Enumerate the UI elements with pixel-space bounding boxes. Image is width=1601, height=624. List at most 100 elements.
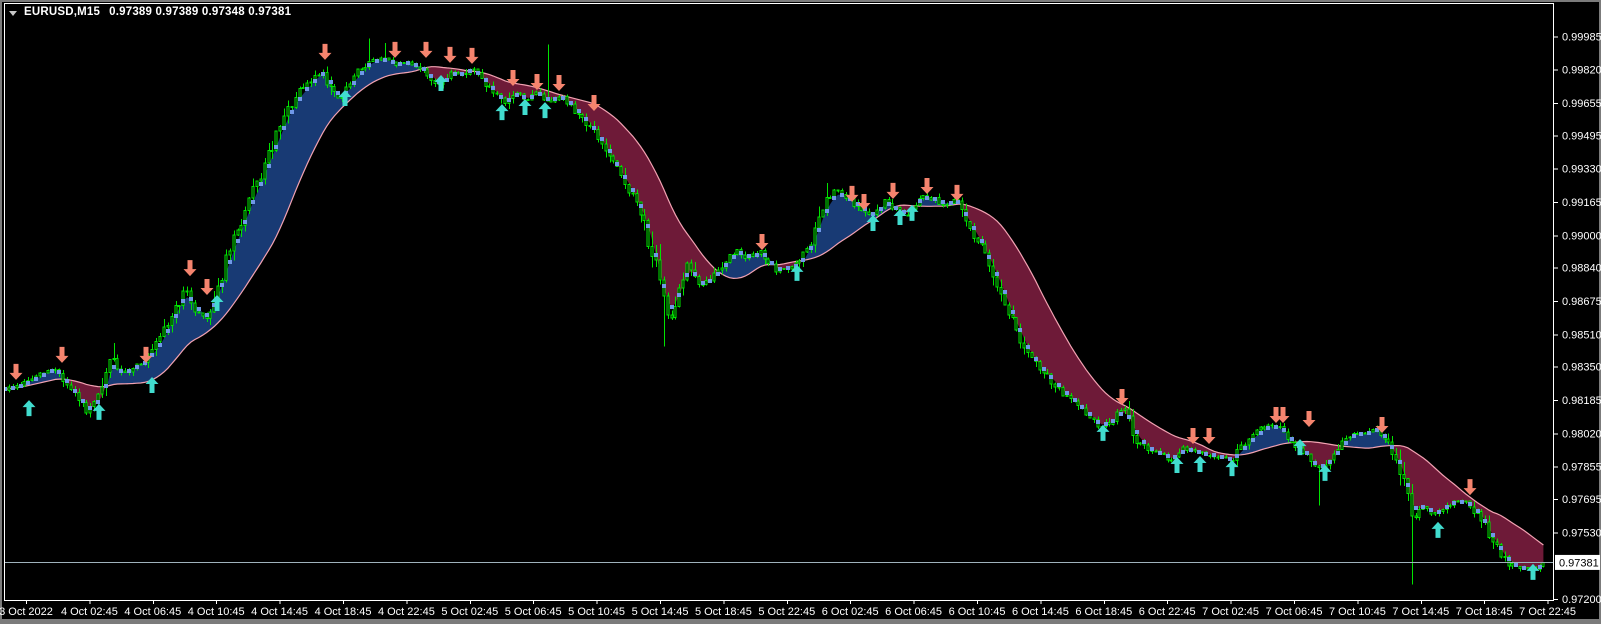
candle-body (47, 370, 49, 373)
ma-dot (825, 209, 829, 213)
candle-body (310, 82, 312, 83)
time-tick-label: 4 Oct 18:45 (315, 606, 372, 618)
candle-body (705, 280, 707, 284)
ma-dot (1522, 566, 1526, 570)
time-tick-label: 4 Oct 10:45 (188, 606, 245, 618)
candle-body (651, 247, 653, 257)
ma-dot (817, 228, 821, 232)
candle-body (671, 315, 673, 318)
candle-body (101, 387, 103, 394)
candle-body (686, 263, 688, 280)
current-price-label: 0.97381 (1559, 557, 1599, 569)
chart-dropdown-icon[interactable] (9, 11, 17, 16)
candle-body (1442, 510, 1444, 512)
ma-dot (391, 60, 395, 64)
candle-body (1492, 538, 1494, 542)
ma-dot (1437, 510, 1441, 514)
candle-body (1426, 507, 1428, 509)
candle-body (1116, 412, 1118, 421)
candle-body (550, 100, 552, 102)
time-tick-label: 7 Oct 02:45 (1202, 606, 1259, 618)
candle-body (39, 373, 41, 376)
ma-dot (786, 266, 790, 270)
ma-dot (1367, 431, 1371, 435)
ma-dot (1406, 483, 1410, 487)
ma-dot (274, 145, 278, 149)
candle-body (744, 255, 746, 258)
candle-body (1186, 447, 1188, 450)
candle-body (698, 277, 700, 285)
ma-dot (1445, 505, 1449, 509)
candle-body (891, 203, 893, 209)
candle-body (822, 210, 824, 217)
ma-dot (1011, 310, 1015, 314)
ma-dot (1491, 533, 1495, 537)
candle-body (326, 73, 328, 85)
ma-dot (1135, 430, 1139, 434)
price-tick-label: 0.98840 (1562, 263, 1601, 275)
candle-body (1504, 557, 1506, 558)
candle-body (473, 69, 475, 70)
candle-body (256, 181, 258, 187)
symbol-period-label: EURUSD,M15 (24, 6, 100, 18)
ma-dot (1266, 426, 1270, 430)
candle-body (302, 87, 304, 88)
ma-dot (770, 261, 774, 265)
candle-body (248, 198, 250, 211)
candle-body (512, 96, 514, 99)
ma-dot (747, 254, 751, 258)
candle-body (78, 393, 80, 401)
ma-dot (205, 313, 209, 317)
ma-dot (1235, 454, 1239, 458)
candle-body (167, 325, 169, 327)
candle-body (1244, 445, 1246, 446)
candle-body (643, 215, 645, 221)
ohlc-quote-label: 0.97389 0.97389 0.97348 0.97381 (109, 6, 291, 18)
time-tick-label: 4 Oct 02:45 (61, 606, 118, 618)
ma-dot (724, 263, 728, 267)
candle-body (581, 115, 583, 118)
ma-dot (406, 61, 410, 65)
ma-dot (763, 253, 767, 257)
ma-dot (460, 72, 464, 76)
candle-body (1496, 542, 1498, 545)
candle-body (1364, 433, 1366, 434)
candle-body (194, 303, 196, 312)
candle-body (519, 93, 521, 94)
ma-dot (1034, 357, 1038, 361)
candle-body (612, 156, 614, 161)
ma-dot (1414, 506, 1418, 510)
ma-dot (615, 162, 619, 166)
time-tick-label: 6 Oct 18:45 (1075, 606, 1132, 618)
price-tick-label: 0.99165 (1562, 197, 1601, 209)
time-tick-label: 7 Oct 22:45 (1519, 606, 1576, 618)
candle-body (186, 291, 188, 292)
candle-body (682, 280, 684, 288)
ma-dot (1452, 501, 1456, 505)
candle-body (767, 259, 769, 263)
ma-dot (1305, 451, 1309, 455)
candle-body (1511, 563, 1513, 566)
candle-body (1403, 475, 1405, 479)
ma-dot (26, 381, 30, 385)
ma-dot (220, 283, 224, 287)
candle-body (1287, 432, 1289, 440)
window-border-bottom (0, 619, 1601, 624)
candle-body (558, 97, 560, 100)
ma-dot (708, 279, 712, 283)
ma-dot (1328, 460, 1332, 464)
ma-dot (352, 81, 356, 85)
candle-body (938, 197, 940, 204)
candle-body (1039, 362, 1041, 370)
time-tick-label: 5 Oct 14:45 (632, 606, 689, 618)
candle-body (1124, 409, 1126, 410)
price-tick-label: 0.99655 (1562, 98, 1601, 110)
price-chart-canvas[interactable]: 0.999850.998200.996550.994950.993300.991… (0, 0, 1601, 624)
window-border-left (0, 0, 2, 624)
ma-dot (701, 281, 705, 285)
price-tick-label: 0.99495 (1562, 130, 1601, 142)
ma-dot (383, 58, 387, 62)
candle-body (182, 291, 184, 306)
ma-dot (298, 97, 302, 101)
candle-body (922, 195, 924, 198)
